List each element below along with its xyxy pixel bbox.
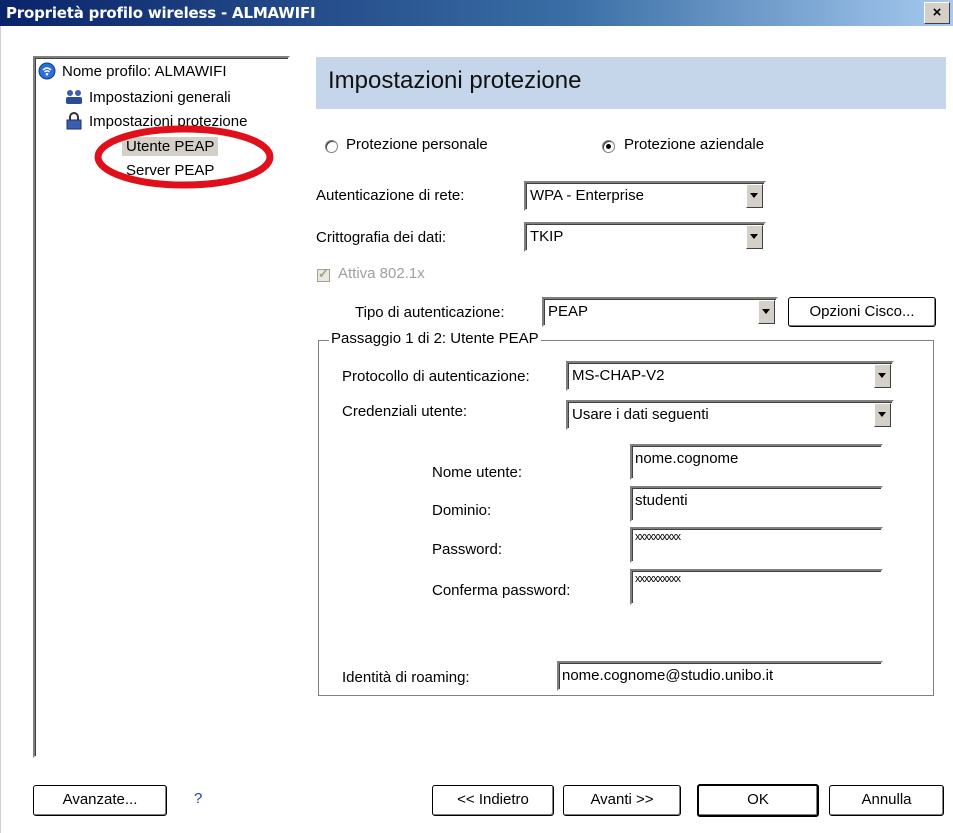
chevron-down-icon[interactable]	[874, 403, 891, 427]
password-label: Password:	[432, 541, 503, 558]
network-auth-select[interactable]: WPA - Enterprise	[524, 181, 766, 211]
protocol-value: MS-CHAP-V2	[572, 367, 665, 384]
network-auth-label: Autenticazione di rete:	[316, 187, 465, 204]
dot1x-checkbox[interactable]	[317, 266, 330, 282]
encryption-value: TKIP	[530, 228, 564, 245]
wireless-icon	[38, 62, 56, 80]
roaming-field[interactable]: nome.cognome@studio.unibo.it	[557, 661, 883, 691]
radio-personal-label[interactable]: Protezione personale	[346, 136, 488, 153]
network-auth-value: WPA - Enterprise	[530, 187, 644, 204]
radio-enterprise-protection[interactable]	[602, 140, 615, 153]
auth-type-label: Tipo di autenticazione:	[355, 304, 505, 321]
credentials-value: Usare i dati seguenti	[572, 406, 709, 423]
auth-type-select[interactable]: PEAP	[542, 297, 778, 327]
page-title: Impostazioni protezione	[328, 67, 582, 94]
annotation-ellipse-icon	[94, 125, 274, 189]
users-icon	[65, 88, 83, 106]
protocol-label: Protocollo di autenticazione:	[342, 368, 530, 385]
chevron-down-icon[interactable]	[758, 300, 775, 324]
dot1x-label: Attiva 802.1x	[338, 265, 425, 282]
radio-personal-protection[interactable]	[325, 140, 338, 153]
username-label: Nome utente:	[432, 464, 523, 481]
chevron-down-icon[interactable]	[746, 184, 763, 208]
cancel-button[interactable]: Annulla	[829, 785, 944, 816]
domain-label: Dominio:	[432, 502, 492, 519]
chevron-down-icon[interactable]	[874, 364, 891, 388]
next-button[interactable]: Avanti >>	[563, 785, 681, 816]
close-button[interactable]: ×	[924, 2, 950, 24]
tree-item-profile-name[interactable]: Nome profilo: ALMAWIFI	[38, 62, 227, 80]
window-title: Proprietà profilo wireless - ALMAWIFI	[6, 4, 316, 22]
domain-field[interactable]: studenti	[630, 486, 883, 522]
credentials-select[interactable]: Usare i dati seguenti	[566, 400, 894, 430]
confirm-password-label: Conferma password:	[432, 582, 571, 599]
lock-icon	[65, 112, 83, 130]
tree-item-general-settings[interactable]: Impostazioni generali	[65, 88, 231, 106]
help-icon[interactable]: ?	[194, 790, 202, 807]
auth-type-value: PEAP	[548, 303, 589, 320]
protocol-select[interactable]: MS-CHAP-V2	[566, 361, 894, 391]
chevron-down-icon[interactable]	[746, 225, 763, 249]
ok-button[interactable]: OK	[697, 784, 819, 817]
tree-item-label: Nome profilo: ALMAWIFI	[62, 62, 227, 80]
username-field[interactable]: nome.cognome	[630, 444, 883, 480]
advanced-button[interactable]: Avanzate...	[33, 785, 167, 816]
credentials-label: Credenziali utente:	[342, 403, 468, 420]
radio-enterprise-label[interactable]: Protezione aziendale	[624, 136, 764, 153]
group-legend: Passaggio 1 di 2: Utente PEAP	[329, 330, 541, 347]
confirm-password-field[interactable]: xxxxxxxxxx	[630, 569, 883, 605]
cisco-options-button[interactable]: Opzioni Cisco...	[788, 297, 936, 327]
roaming-label: Identità di roaming:	[342, 669, 470, 686]
encryption-label: Crittografia dei dati:	[316, 229, 447, 246]
password-field[interactable]: xxxxxxxxxx	[630, 527, 883, 563]
back-button[interactable]: << Indietro	[432, 785, 554, 816]
encryption-select[interactable]: TKIP	[524, 222, 766, 252]
tree-item-label: Impostazioni generali	[89, 88, 231, 106]
